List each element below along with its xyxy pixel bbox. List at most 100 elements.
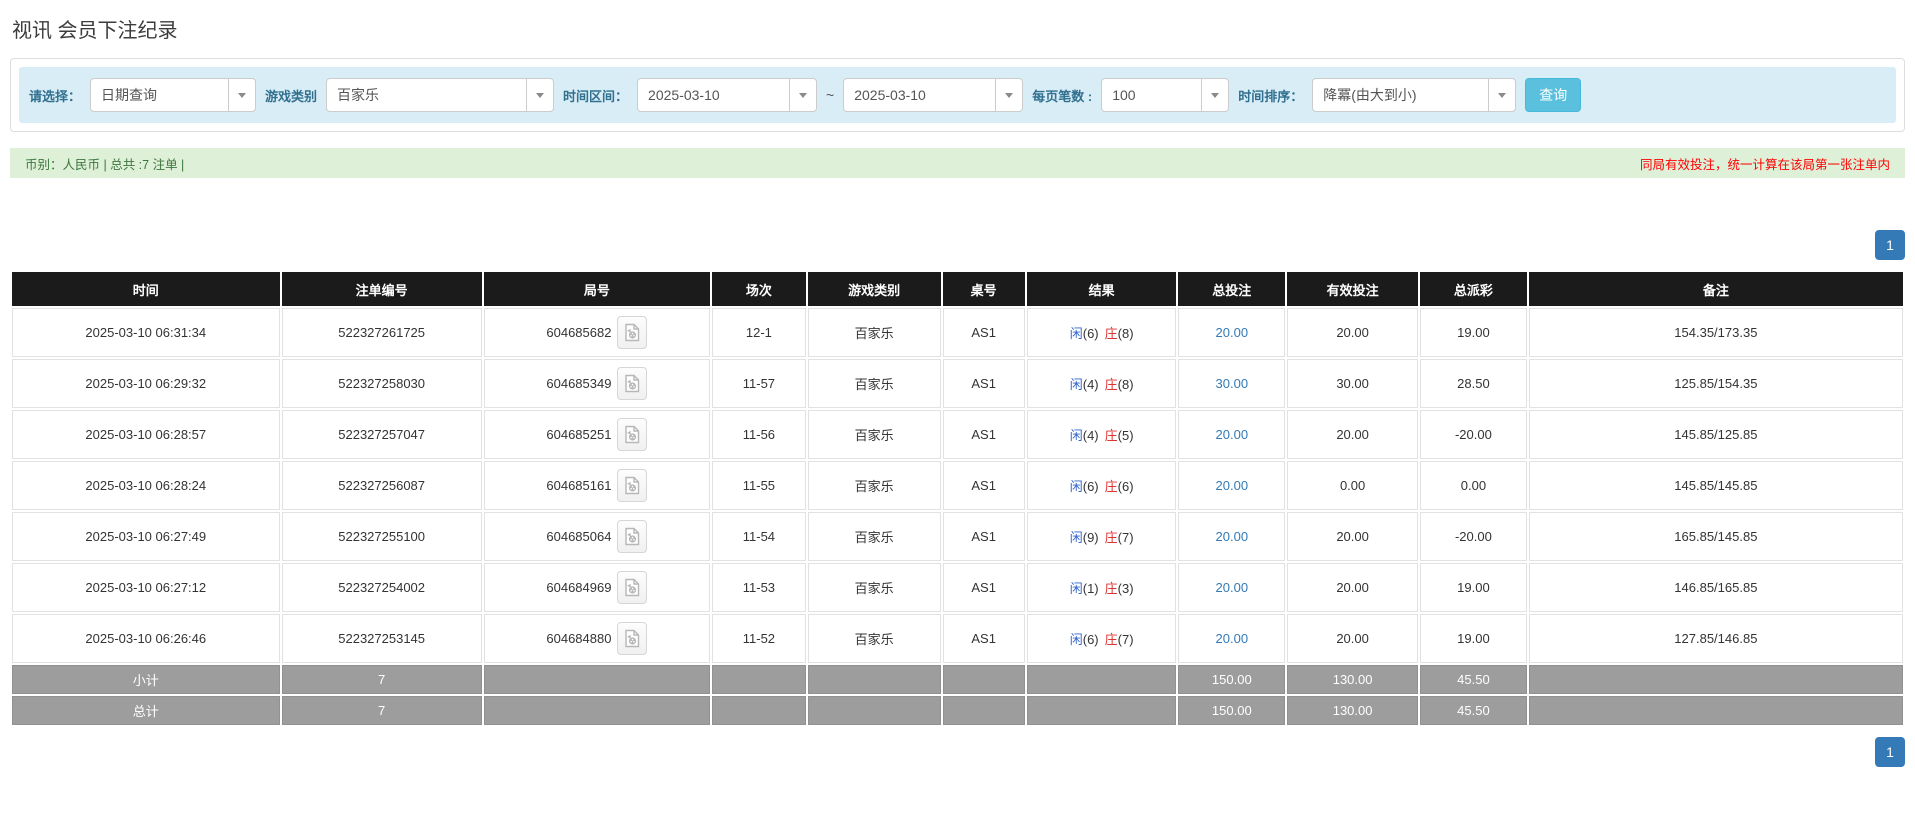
cell-remark: 145.85/125.85	[1528, 410, 1903, 459]
cell-payout: -20.00	[1420, 410, 1527, 459]
cell-round-id: 604684969	[483, 563, 711, 612]
cell-time: 2025-03-10 06:26:46	[12, 614, 280, 663]
select-type-label: 请选择：	[29, 88, 82, 104]
game-type-value: 百家乐	[337, 87, 380, 103]
cell-remark: 125.85/154.35	[1528, 359, 1903, 408]
result-banker-label: 庄	[1104, 479, 1118, 494]
header-round-id: 局号	[483, 272, 711, 306]
subtotal-valid-bet: 130.00	[1287, 665, 1419, 694]
cell-result: 闲(4) 庄(5)	[1026, 410, 1177, 459]
cell-bet-id: 522327261725	[281, 308, 482, 357]
video-replay-button[interactable]	[617, 571, 648, 604]
date-from-select[interactable]: 2025-03-10	[637, 78, 818, 112]
chevron-down-icon	[228, 79, 255, 111]
result-player-label: 闲	[1069, 428, 1083, 443]
page-size-select[interactable]: 100	[1101, 78, 1230, 112]
cell-empty	[1528, 665, 1903, 694]
result-banker-score: (3)	[1117, 581, 1134, 596]
total-bet-link[interactable]: 20.00	[1216, 529, 1249, 544]
pagination-page-1[interactable]: 1	[1875, 737, 1905, 767]
total-row: 总计 7 150.00 130.00 45.50	[12, 696, 1903, 725]
video-file-icon	[625, 323, 640, 342]
cell-result: 闲(6) 庄(6)	[1026, 461, 1177, 510]
result-banker-label: 庄	[1104, 326, 1118, 341]
cell-payout: 28.50	[1420, 359, 1527, 408]
subtotal-total-bet: 150.00	[1178, 665, 1286, 694]
total-bet-link[interactable]: 20.00	[1216, 325, 1249, 340]
cell-empty	[483, 696, 711, 725]
cell-empty	[712, 665, 806, 694]
cell-time: 2025-03-10 06:31:34	[12, 308, 280, 357]
video-replay-button[interactable]	[617, 367, 648, 400]
cell-game-type: 百家乐	[807, 359, 941, 408]
cell-remark: 145.85/145.85	[1528, 461, 1903, 510]
cell-session: 12-1	[712, 308, 806, 357]
cell-remark: 154.35/173.35	[1528, 308, 1903, 357]
sort-select[interactable]: 降冪(由大到小)	[1312, 78, 1517, 112]
cell-empty	[942, 696, 1025, 725]
cell-result: 闲(6) 庄(8)	[1026, 308, 1177, 357]
total-bet-link[interactable]: 30.00	[1216, 376, 1249, 391]
date-from-value: 2025-03-10	[648, 87, 720, 103]
cell-valid-bet: 0.00	[1287, 461, 1419, 510]
cell-result: 闲(9) 庄(7)	[1026, 512, 1177, 561]
cell-total-bet: 20.00	[1178, 512, 1286, 561]
result-banker-score: (5)	[1117, 428, 1134, 443]
total-bet-link[interactable]: 20.00	[1216, 478, 1249, 493]
subtotal-label: 小计	[12, 665, 280, 694]
table-row: 2025-03-10 06:27:12 522327254002 6046849…	[12, 563, 1903, 612]
cell-game-type: 百家乐	[807, 410, 941, 459]
cell-session: 11-52	[712, 614, 806, 663]
cell-round-id: 604685161	[483, 461, 711, 510]
result-banker-score: (7)	[1117, 632, 1134, 647]
cell-valid-bet: 20.00	[1287, 308, 1419, 357]
round-id-text: 604685349	[546, 376, 612, 391]
cell-round-id: 604685064	[483, 512, 711, 561]
video-file-icon	[625, 476, 640, 495]
date-to-select[interactable]: 2025-03-10	[843, 78, 1024, 112]
page-title: 视讯 会员下注纪录	[12, 20, 178, 42]
pagination-page-1[interactable]: 1	[1875, 230, 1905, 260]
result-player-score: (6)	[1082, 632, 1099, 647]
cell-empty	[1026, 665, 1177, 694]
game-type-select[interactable]: 百家乐	[326, 78, 555, 112]
cell-round-id: 604684880	[483, 614, 711, 663]
result-player-score: (4)	[1082, 428, 1099, 443]
round-id-text: 604685161	[546, 478, 612, 493]
date-range-separator: ~	[826, 87, 835, 103]
cell-remark: 165.85/145.85	[1528, 512, 1903, 561]
total-bet-link[interactable]: 20.00	[1216, 580, 1249, 595]
video-replay-button[interactable]	[617, 622, 648, 655]
cell-empty	[712, 696, 806, 725]
table-row: 2025-03-10 06:28:24 522327256087 6046851…	[12, 461, 1903, 510]
video-replay-button[interactable]	[617, 469, 648, 502]
result-player-label: 闲	[1069, 632, 1083, 647]
total-valid-bet: 130.00	[1287, 696, 1419, 725]
total-bet-link[interactable]: 20.00	[1216, 427, 1249, 442]
search-button[interactable]: 查询	[1525, 78, 1582, 112]
sort-label: 时间排序：	[1238, 88, 1304, 104]
pagination-top: 1	[10, 230, 1905, 260]
cell-bet-id: 522327257047	[281, 410, 482, 459]
round-id-text: 604685682	[546, 325, 612, 340]
query-type-select[interactable]: 日期查询	[90, 78, 257, 112]
cell-payout: 19.00	[1420, 614, 1527, 663]
header-payout: 总派彩	[1420, 272, 1527, 306]
cell-time: 2025-03-10 06:28:24	[12, 461, 280, 510]
video-replay-button[interactable]	[617, 418, 648, 451]
header-game-type: 游戏类别	[807, 272, 941, 306]
table-row: 2025-03-10 06:27:49 522327255100 6046850…	[12, 512, 1903, 561]
cell-session: 11-53	[712, 563, 806, 612]
cell-game-type: 百家乐	[807, 461, 941, 510]
video-replay-button[interactable]	[617, 316, 648, 349]
video-replay-button[interactable]	[617, 520, 648, 553]
result-player-score: (6)	[1082, 326, 1099, 341]
currency-total-text: 币别：人民币 | 总共 :7 注单 |	[25, 157, 185, 172]
cell-empty	[1026, 696, 1177, 725]
header-result: 结果	[1026, 272, 1177, 306]
cell-table-no: AS1	[942, 410, 1025, 459]
subtotal-row: 小计 7 150.00 130.00 45.50	[12, 665, 1903, 694]
cell-session: 11-56	[712, 410, 806, 459]
total-bet-link[interactable]: 20.00	[1216, 631, 1249, 646]
cell-payout: 19.00	[1420, 308, 1527, 357]
